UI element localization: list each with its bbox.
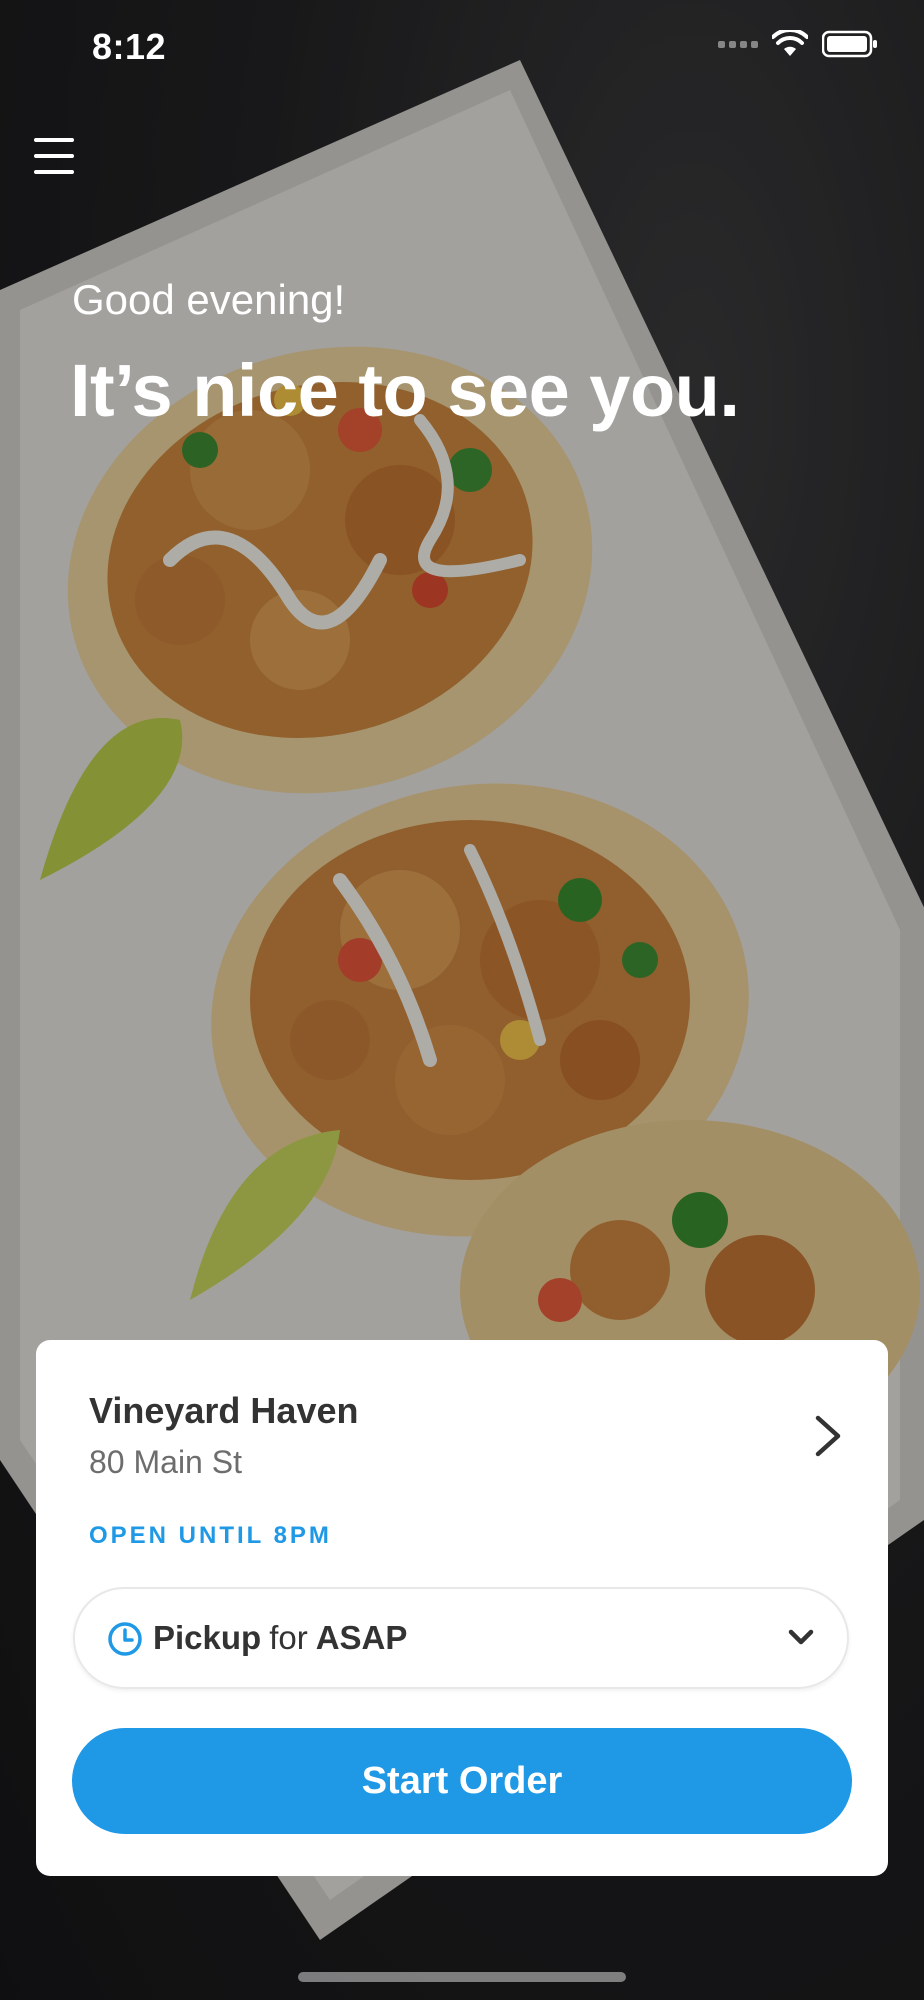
wifi-icon <box>772 30 808 56</box>
chevron-down-icon <box>788 1629 814 1645</box>
order-type: Pickup <box>153 1619 262 1656</box>
store-hours-status: OPEN UNTIL 8PM <box>89 1522 332 1549</box>
hamburger-icon[interactable] <box>34 138 74 174</box>
start-order-button[interactable]: Start Order <box>72 1728 852 1834</box>
store-address: 80 Main St <box>89 1444 242 1480</box>
status-time: 8:12 <box>92 26 167 67</box>
greeting-text: Good evening! <box>72 276 346 323</box>
chevron-right-icon[interactable] <box>808 1412 848 1460</box>
order-time-select[interactable]: Pickup for ASAP <box>73 1587 849 1689</box>
status-icons <box>718 30 878 58</box>
order-time: ASAP <box>315 1619 408 1656</box>
signal-icon <box>718 40 758 48</box>
home-indicator <box>298 1972 626 1982</box>
store-name[interactable]: Vineyard Haven <box>89 1390 358 1432</box>
store-card: Vineyard Haven 80 Main St OPEN UNTIL 8PM… <box>36 1340 888 1876</box>
clock-icon <box>108 1622 142 1656</box>
battery-icon <box>822 30 877 58</box>
order-for-connector: for <box>269 1619 308 1656</box>
page-title: It’s nice to see you. <box>70 349 740 432</box>
order-time-label: Pickup for ASAP <box>153 1619 407 1657</box>
